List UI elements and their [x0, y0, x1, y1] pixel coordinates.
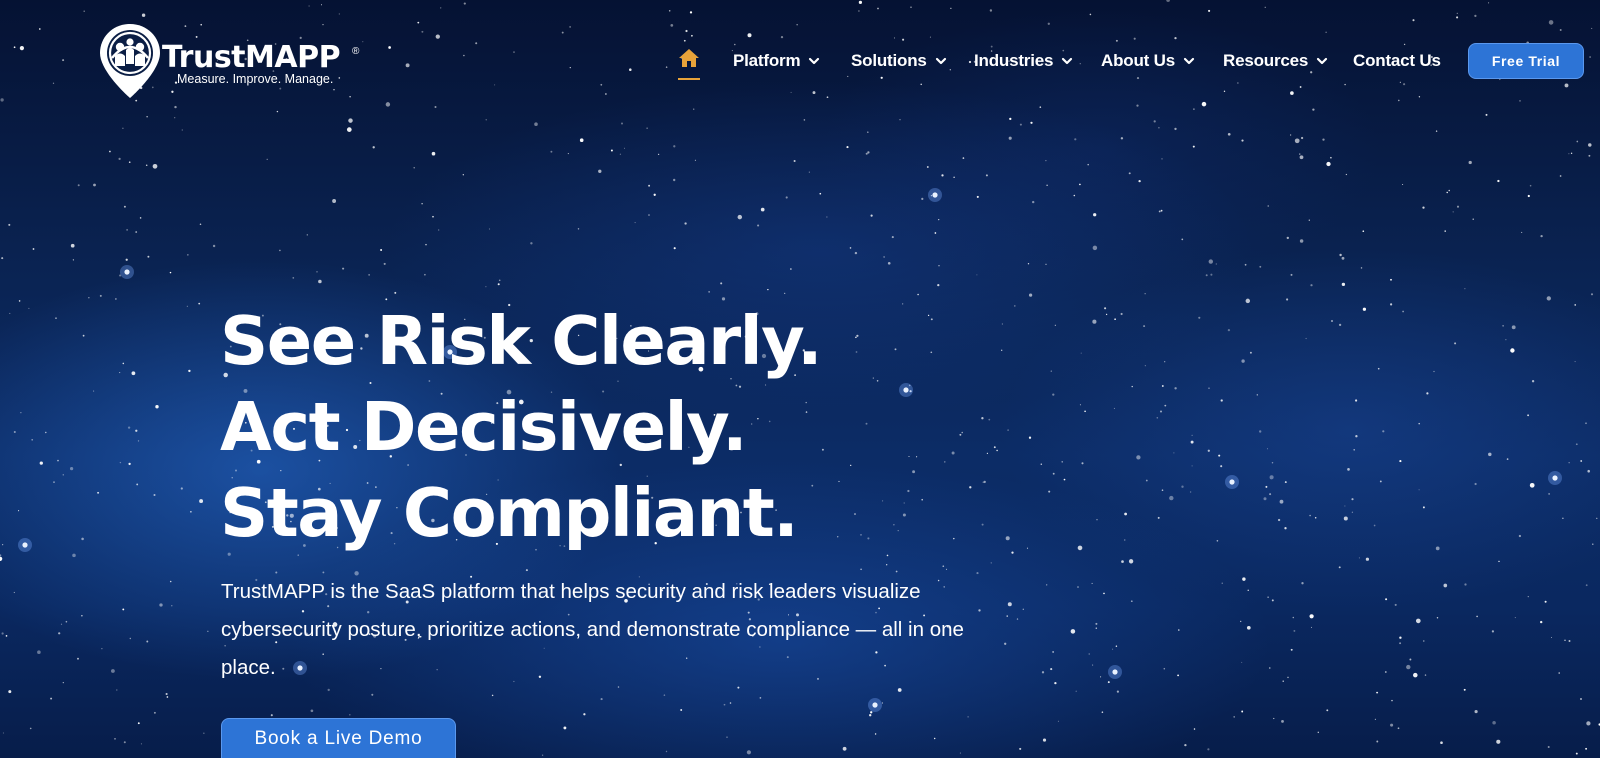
hero-title-line: See Risk Clearly.	[220, 302, 823, 380]
nav-item-platform[interactable]: Platform	[733, 50, 820, 72]
chevron-down-icon	[1317, 57, 1328, 65]
book-demo-button[interactable]: Book a Live Demo	[221, 718, 456, 758]
brand-tagline: Measure. Improve. Manage.	[177, 72, 334, 86]
nav-item-label: Solutions	[851, 51, 927, 70]
active-indicator	[678, 78, 700, 80]
chevron-down-icon	[935, 57, 946, 65]
brand-name: TrustMAPP	[162, 40, 341, 75]
registered-mark: ®	[352, 46, 360, 57]
nav-item-label: Industries	[974, 51, 1054, 70]
nav-item-label: Platform	[733, 51, 801, 70]
home-icon	[679, 49, 699, 67]
nav-item-resources[interactable]: Resources	[1223, 50, 1328, 72]
nav-item-about-us[interactable]: About Us	[1101, 50, 1195, 72]
nav-item-industries[interactable]: Industries	[974, 50, 1073, 72]
nav-item-label: Contact Us	[1353, 51, 1441, 70]
free-trial-button[interactable]: Free Trial	[1468, 43, 1584, 79]
hero-title-line: Stay Compliant.	[220, 474, 799, 552]
nav-item-solutions[interactable]: Solutions	[851, 50, 947, 72]
nav-item-contact-us[interactable]: Contact Us	[1353, 50, 1441, 72]
hero-description: TrustMAPP is the SaaS platform that help…	[221, 580, 964, 679]
hero-title: See Risk Clearly. Act Decisively. Stay C…	[220, 298, 823, 556]
logo-pin-icon	[100, 24, 160, 98]
chevron-down-icon	[1062, 57, 1073, 65]
brand-logo[interactable]: TrustMAPP ® Measure. Improve. Manage.	[98, 22, 368, 102]
chevron-down-icon	[1183, 57, 1195, 65]
hero-title-line: Act Decisively.	[220, 388, 748, 466]
chevron-down-icon	[809, 57, 820, 65]
nav-item-label: About Us	[1101, 51, 1175, 70]
nav-home-link[interactable]	[678, 48, 702, 82]
nav-item-label: Resources	[1223, 51, 1309, 70]
